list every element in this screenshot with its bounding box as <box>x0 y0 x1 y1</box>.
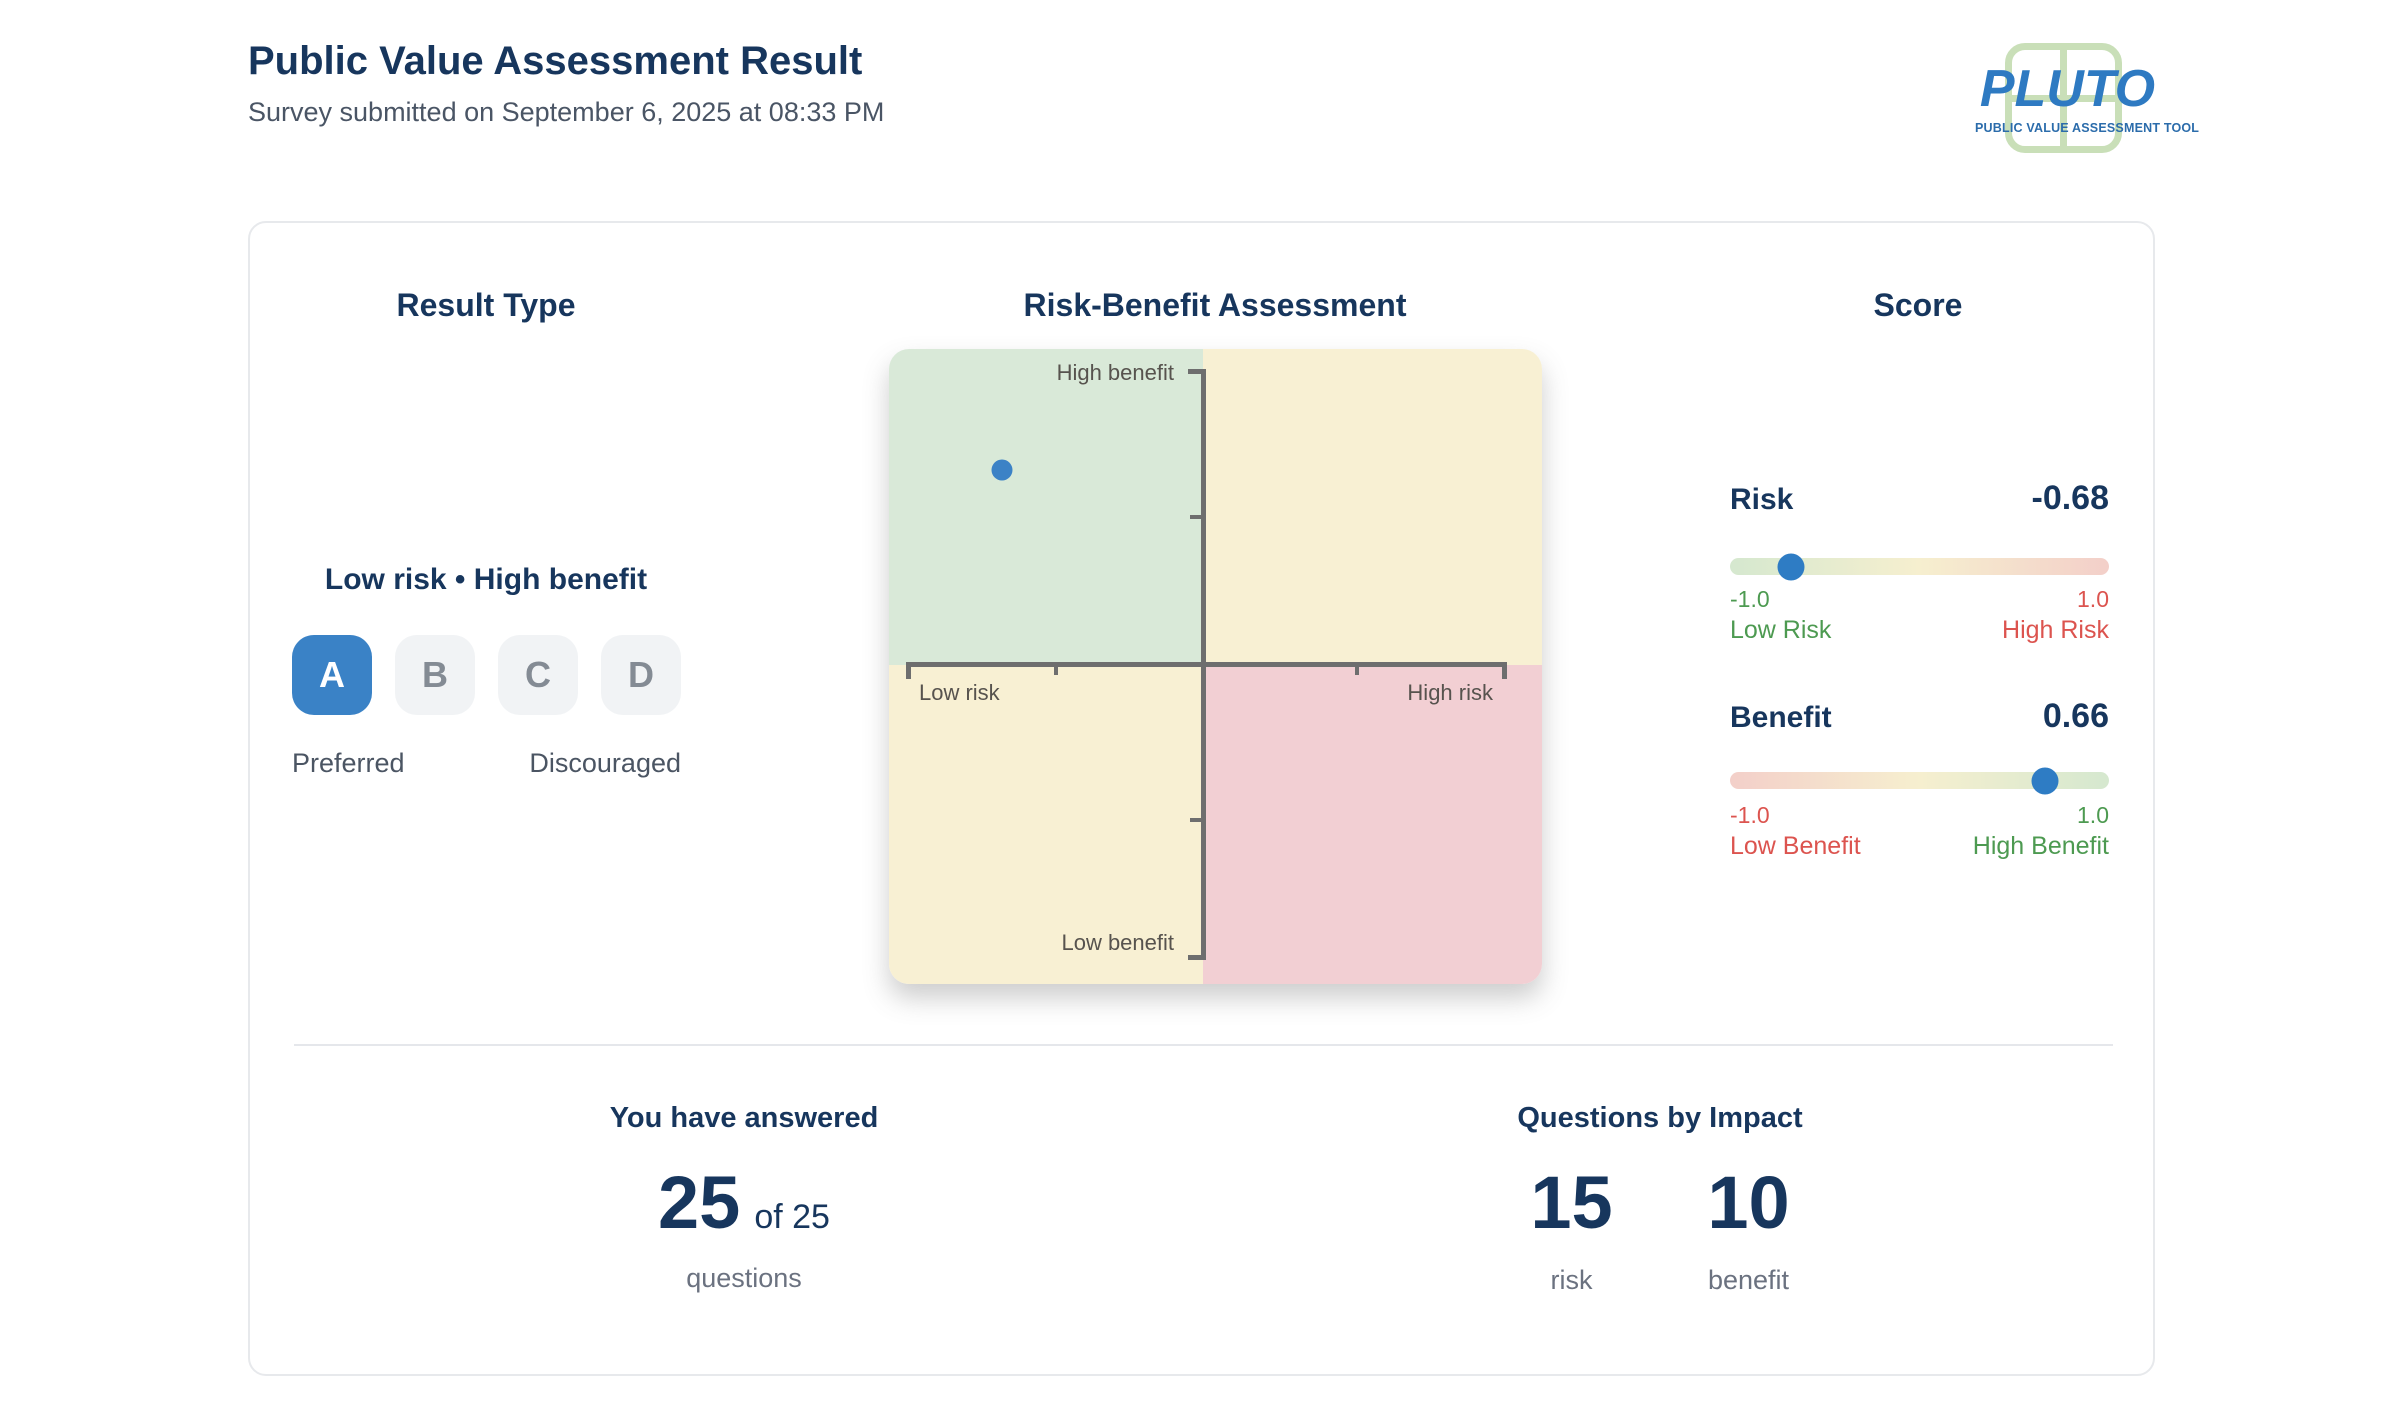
x-axis-line <box>906 662 1507 667</box>
pluto-logo: PLUTO PUBLIC VALUE ASSESSMENT TOOL <box>1975 43 2160 159</box>
risk-slider-track[interactable] <box>1730 558 2109 575</box>
benefit-label: Benefit <box>1730 699 1832 737</box>
label-low-benefit: Low benefit <box>889 929 1174 957</box>
benefit-score-row: Benefit 0.66 <box>1730 695 2109 738</box>
answered-unit: questions <box>444 1262 1044 1296</box>
impact-benefit-label: benefit <box>1689 1264 1809 1298</box>
benefit-scale-values: -1.0 1.0 <box>1730 801 2109 830</box>
risk-benefit-quadrant-chart: High benefit Low benefit Low risk High r… <box>889 349 1542 984</box>
low-risk-label: Low Risk <box>1730 615 1831 646</box>
grade-button-b[interactable]: B <box>395 635 475 715</box>
grade-scale-discouraged: Discouraged <box>529 747 681 781</box>
classification-text: Low risk • High benefit <box>266 561 706 599</box>
risk-min-value: -1.0 <box>1730 585 1770 614</box>
x-axis-left-tick <box>1054 662 1058 675</box>
x-axis-left-cap <box>906 662 911 679</box>
answered-count: 25 <box>658 1166 740 1240</box>
benefit-max-value: 1.0 <box>2077 801 2109 830</box>
grade-scale-preferred: Preferred <box>292 747 405 781</box>
x-axis-right-tick <box>1355 662 1359 675</box>
answered-total: of 25 <box>754 1196 830 1239</box>
section-divider <box>294 1044 2113 1046</box>
answered-count-row: 25 of 25 <box>444 1166 1044 1240</box>
grade-button-d[interactable]: D <box>601 635 681 715</box>
page-title: Public Value Assessment Result <box>248 36 862 86</box>
y-axis-upper-tick <box>1190 515 1201 519</box>
impact-heading: Questions by Impact <box>1360 1100 1960 1136</box>
impact-risk-label: risk <box>1512 1264 1632 1298</box>
grade-scale-labels: Preferred Discouraged <box>292 747 681 781</box>
logo-wordmark: PLUTO <box>1975 63 2160 115</box>
benefit-value: 0.66 <box>2043 695 2109 738</box>
x-axis-right-cap <box>1502 662 1507 679</box>
risk-slider-knob[interactable] <box>1777 553 1804 580</box>
result-type-heading: Result Type <box>286 285 686 325</box>
risk-max-value: 1.0 <box>2077 585 2109 614</box>
label-high-benefit: High benefit <box>889 359 1174 387</box>
risk-score-row: Risk -0.68 <box>1730 477 2109 520</box>
impact-stat-risk: 15 risk <box>1512 1166 1632 1298</box>
y-axis-top-cap <box>1188 369 1201 374</box>
grade-button-a[interactable]: A <box>292 635 372 715</box>
impact-stats-row: 15 risk 10 benefit <box>1360 1166 1960 1298</box>
risk-scale-names: Low Risk High Risk <box>1730 615 2109 646</box>
y-axis-bottom-cap <box>1188 955 1201 960</box>
grade-buttons: A B C D <box>292 635 681 715</box>
quadrant-high-risk-low-benefit <box>1203 665 1542 984</box>
quadrant-high-risk-high-benefit <box>1203 349 1542 665</box>
low-benefit-label: Low Benefit <box>1730 831 1861 862</box>
score-heading: Score <box>1768 285 2068 325</box>
benefit-min-value: -1.0 <box>1730 801 1770 830</box>
answered-heading: You have answered <box>444 1100 1044 1136</box>
high-benefit-label: High Benefit <box>1973 831 2109 862</box>
quadrant-low-risk-high-benefit <box>889 349 1203 665</box>
benefit-scale-names: Low Benefit High Benefit <box>1730 831 2109 862</box>
y-axis-lower-tick <box>1190 818 1201 822</box>
public-value-assessment-page: Public Value Assessment Result Survey su… <box>0 0 2400 1413</box>
risk-benefit-heading: Risk-Benefit Assessment <box>965 285 1465 325</box>
risk-value: -0.68 <box>2032 477 2110 520</box>
label-high-risk: High risk <box>1407 679 1493 707</box>
risk-label: Risk <box>1730 481 1793 519</box>
benefit-slider-knob[interactable] <box>2031 767 2058 794</box>
impact-risk-count: 15 <box>1512 1166 1632 1240</box>
result-card: Result Type Risk-Benefit Assessment Scor… <box>248 221 2155 1376</box>
benefit-slider-track[interactable] <box>1730 772 2109 789</box>
impact-benefit-count: 10 <box>1689 1166 1809 1240</box>
label-low-risk: Low risk <box>919 679 1000 707</box>
risk-scale-values: -1.0 1.0 <box>1730 585 2109 614</box>
submission-timestamp: Survey submitted on September 6, 2025 at… <box>248 96 884 130</box>
impact-stat-benefit: 10 benefit <box>1689 1166 1809 1298</box>
result-data-point <box>992 459 1013 480</box>
grade-button-c[interactable]: C <box>498 635 578 715</box>
answered-summary: You have answered 25 of 25 questions <box>444 1100 1044 1136</box>
logo-tagline: PUBLIC VALUE ASSESSMENT TOOL <box>1975 121 2160 137</box>
impact-summary: Questions by Impact 15 risk 10 benefit <box>1360 1100 1960 1136</box>
high-risk-label: High Risk <box>2002 615 2109 646</box>
